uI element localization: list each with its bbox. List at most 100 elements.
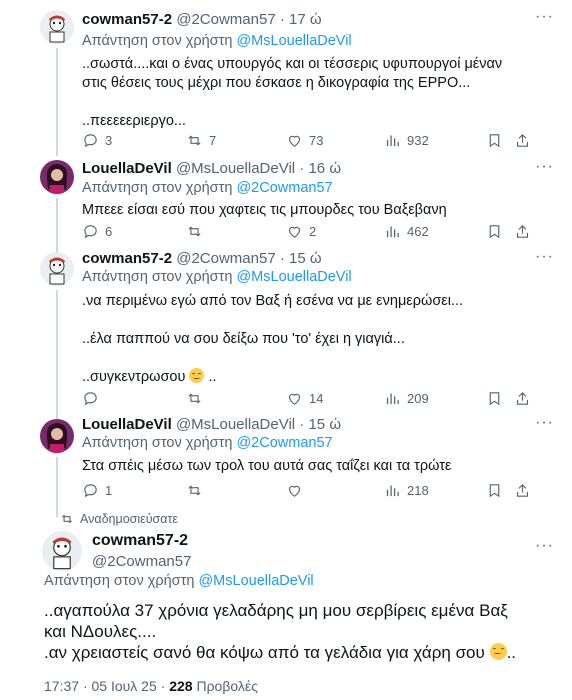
views-action[interactable]: 932: [384, 132, 429, 149]
post-time[interactable]: 17:37: [44, 678, 79, 694]
more-icon[interactable]: ···: [535, 414, 554, 432]
avatar[interactable]: [40, 160, 74, 194]
reply-count: 3: [105, 133, 113, 148]
reply-icon: [84, 484, 97, 498]
display-name[interactable]: LouellaDeVil: [82, 416, 172, 433]
share-action[interactable]: [514, 223, 537, 240]
avatar[interactable]: [42, 531, 82, 571]
reply-prefix: Απάντηση στον χρήστη: [44, 573, 195, 589]
reply-context: Απάντηση στον χρήστη @2Cowman57: [82, 435, 333, 451]
views-icon: [386, 393, 399, 405]
repost-action[interactable]: [186, 390, 209, 407]
share-action[interactable]: [514, 132, 537, 149]
reply-icon: [84, 134, 97, 148]
display-name[interactable]: cowman57-2: [82, 250, 172, 267]
views-icon: [386, 485, 399, 497]
user-handle[interactable]: @2Cowman57: [92, 553, 191, 570]
repost-action[interactable]: 7: [186, 132, 216, 149]
action-bar: 6 2 462: [82, 223, 542, 241]
heart-icon: [288, 393, 301, 405]
reposted-label: Αναδημοσιεύσατε: [80, 512, 179, 526]
reply-icon: [84, 225, 97, 239]
bookmark-action[interactable]: [486, 132, 509, 149]
more-icon[interactable]: ···: [535, 248, 554, 266]
bookmark-icon: [489, 484, 500, 498]
heart-icon: [288, 485, 301, 497]
text-line: και ΝΔουλες....: [44, 622, 157, 641]
share-icon: [516, 225, 529, 238]
reply-context: Απάντηση στον χρήστη @MsLouellaDeVil: [82, 269, 352, 285]
tweet-text: .να περιμένω εγώ από τον Βαξ ή εσένα να …: [82, 292, 552, 387]
like-action[interactable]: 2: [286, 223, 316, 240]
reply-action[interactable]: [82, 390, 105, 407]
text-line: ..σωστά....και ο ένας υπουργός και οι τέ…: [82, 56, 503, 72]
timestamp[interactable]: 15 ώ: [289, 250, 322, 267]
views-action[interactable]: 462: [384, 223, 429, 240]
separator-dot: ·: [279, 250, 285, 267]
repost-icon: [61, 514, 73, 524]
reply-mention[interactable]: @MsLouellaDeVil: [198, 573, 313, 589]
reply-mention[interactable]: @MsLouellaDeVil: [236, 33, 351, 49]
post-date[interactable]: 05 Ιουλ 25: [92, 678, 157, 694]
repost-action[interactable]: [186, 223, 209, 240]
bookmark-icon: [489, 225, 500, 239]
text-line: ..πεεεεεριεργο...: [82, 113, 186, 129]
bookmark-action[interactable]: [486, 390, 509, 407]
reply-action[interactable]: 1: [82, 482, 112, 499]
like-action[interactable]: 14: [286, 390, 323, 407]
tweet-text: Στα σπέις μέσω των τρολ του αυτά σας ταΐ…: [82, 457, 552, 476]
user-handle[interactable]: @MsLouellaDeVil: [176, 160, 295, 177]
more-icon[interactable]: ···: [535, 8, 554, 26]
display-name[interactable]: LouellaDeVil: [82, 160, 172, 177]
text-line: [82, 311, 552, 330]
repost-action[interactable]: [186, 482, 209, 499]
views-action[interactable]: 218: [384, 482, 429, 499]
tweet-header: LouellaDeVil @MsLouellaDeVil · 16 ώ: [82, 160, 341, 177]
reply-mention[interactable]: @2Cowman57: [236, 435, 332, 451]
share-action[interactable]: [514, 482, 537, 499]
reply-tweet[interactable]: cowman57-2 @2Cowman57 · 15 ώ ··· Απάντησ…: [0, 244, 572, 422]
user-handle[interactable]: @2Cowman57: [176, 11, 275, 28]
user-handle[interactable]: @MsLouellaDeVil: [176, 416, 295, 433]
bookmark-action[interactable]: [486, 223, 509, 240]
reply-tweet[interactable]: cowman57-2 @2Cowman57 · 17 ώ ··· Απάντησ…: [0, 0, 572, 156]
share-action[interactable]: [514, 390, 537, 407]
like-action[interactable]: [286, 482, 309, 499]
tweet-metadata: 17:37 · 05 Ιουλ 25 · 228 Προβολές: [44, 678, 258, 694]
text-line: ..συγκεντρωσου ..: [82, 368, 552, 387]
heart-icon: [288, 135, 301, 147]
reply-prefix: Απάντηση στον χρήστη: [82, 435, 233, 451]
views-action[interactable]: 209: [384, 390, 429, 407]
more-icon[interactable]: ···: [535, 537, 554, 555]
timestamp[interactable]: 17 ώ: [289, 11, 322, 28]
display-name[interactable]: cowman57-2: [82, 11, 172, 28]
reply-prefix: Απάντηση στον χρήστη: [82, 180, 233, 196]
avatar[interactable]: [40, 252, 74, 286]
reply-tweet[interactable]: LouellaDeVil @MsLouellaDeVil · 15 ώ ··· …: [0, 411, 572, 517]
separator-dot: ·: [299, 416, 305, 433]
avatar[interactable]: [40, 10, 74, 44]
display-name[interactable]: cowman57-2: [92, 532, 188, 550]
user-handle[interactable]: @2Cowman57: [176, 250, 275, 267]
text-line: Στα σπέις μέσω των τρολ του αυτά σας ταΐ…: [82, 458, 452, 474]
reply-count: 6: [105, 224, 113, 239]
smile-emoji-icon: [189, 368, 205, 383]
reply-action[interactable]: 6: [82, 223, 112, 240]
reply-action[interactable]: 3: [82, 132, 112, 149]
repost-icon: [188, 135, 201, 146]
avatar[interactable]: [40, 419, 74, 453]
text-line: [82, 349, 552, 368]
more-icon[interactable]: ···: [535, 158, 554, 176]
reply-mention[interactable]: @MsLouellaDeVil: [236, 269, 351, 285]
bookmark-action[interactable]: [486, 482, 509, 499]
like-action[interactable]: 73: [286, 132, 323, 149]
reply-prefix: Απάντηση στον χρήστη: [82, 269, 233, 285]
reply-mention[interactable]: @2Cowman57: [236, 180, 332, 196]
share-icon: [516, 484, 529, 497]
timestamp[interactable]: 15 ώ: [308, 416, 341, 433]
tweet-text: ..σωστά....και ο ένας υπουργός και οι τέ…: [82, 55, 552, 131]
reply-tweet[interactable]: LouellaDeVil @MsLouellaDeVil · 16 ώ ··· …: [0, 152, 572, 256]
text-line: .αν χρειαστείς σανό θα κόψω από τα γελάδ…: [44, 642, 554, 663]
heart-icon: [288, 226, 301, 238]
timestamp[interactable]: 16 ώ: [308, 160, 341, 177]
